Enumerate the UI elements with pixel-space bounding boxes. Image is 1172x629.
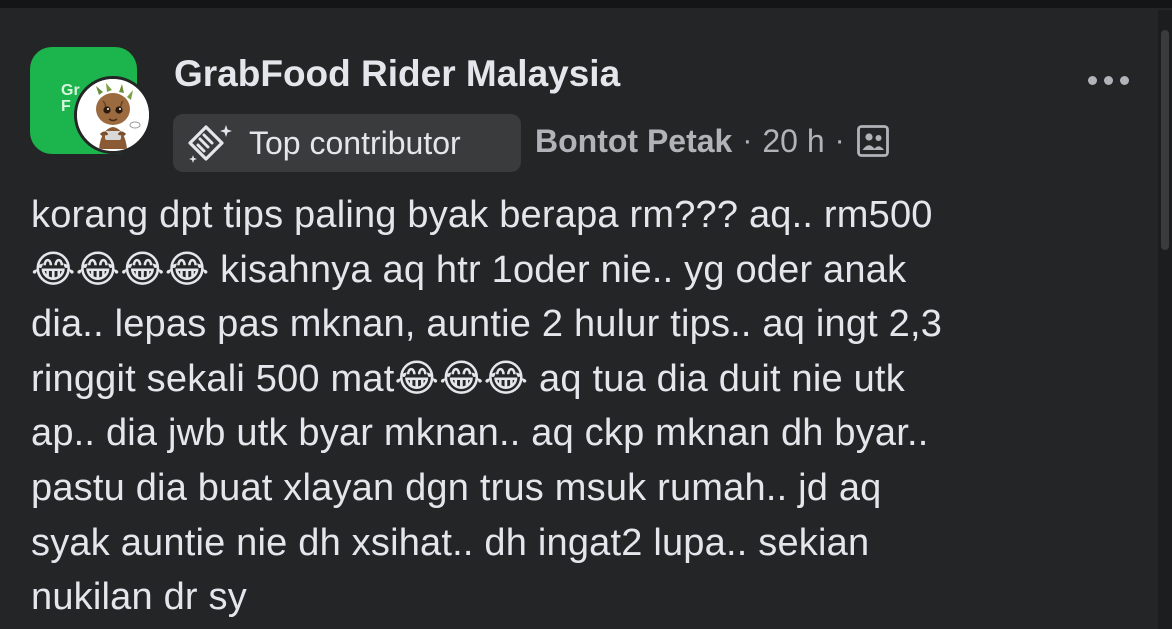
author-avatar[interactable] <box>74 76 152 154</box>
badge-label: Top contributor <box>249 124 461 161</box>
more-dot-icon <box>1087 75 1097 85</box>
groot-avatar-icon <box>77 79 149 151</box>
scrollbar-thumb[interactable] <box>1161 30 1169 250</box>
more-options-button[interactable] <box>1078 62 1138 98</box>
post-body-text: korang dpt tips paling byak berapa rm???… <box>31 194 943 619</box>
meta-separator: · <box>834 124 845 157</box>
scrollbar[interactable] <box>1158 10 1172 629</box>
top-contributor-badge[interactable]: Top contributor <box>173 114 521 172</box>
group-name[interactable]: GrabFood Rider Malaysia <box>174 52 620 96</box>
meta-separator: · <box>742 124 753 157</box>
group-audience-icon[interactable] <box>855 123 891 159</box>
author-name[interactable]: Bontot Petak <box>535 123 732 160</box>
more-dot-icon <box>1103 75 1113 85</box>
post-meta: Bontot Petak · 20 h · <box>535 118 891 164</box>
post-timestamp[interactable]: 20 h <box>762 123 824 160</box>
more-dot-icon <box>1119 75 1129 85</box>
sparkle-diamond-icon <box>185 121 235 165</box>
top-divider <box>0 0 1172 8</box>
